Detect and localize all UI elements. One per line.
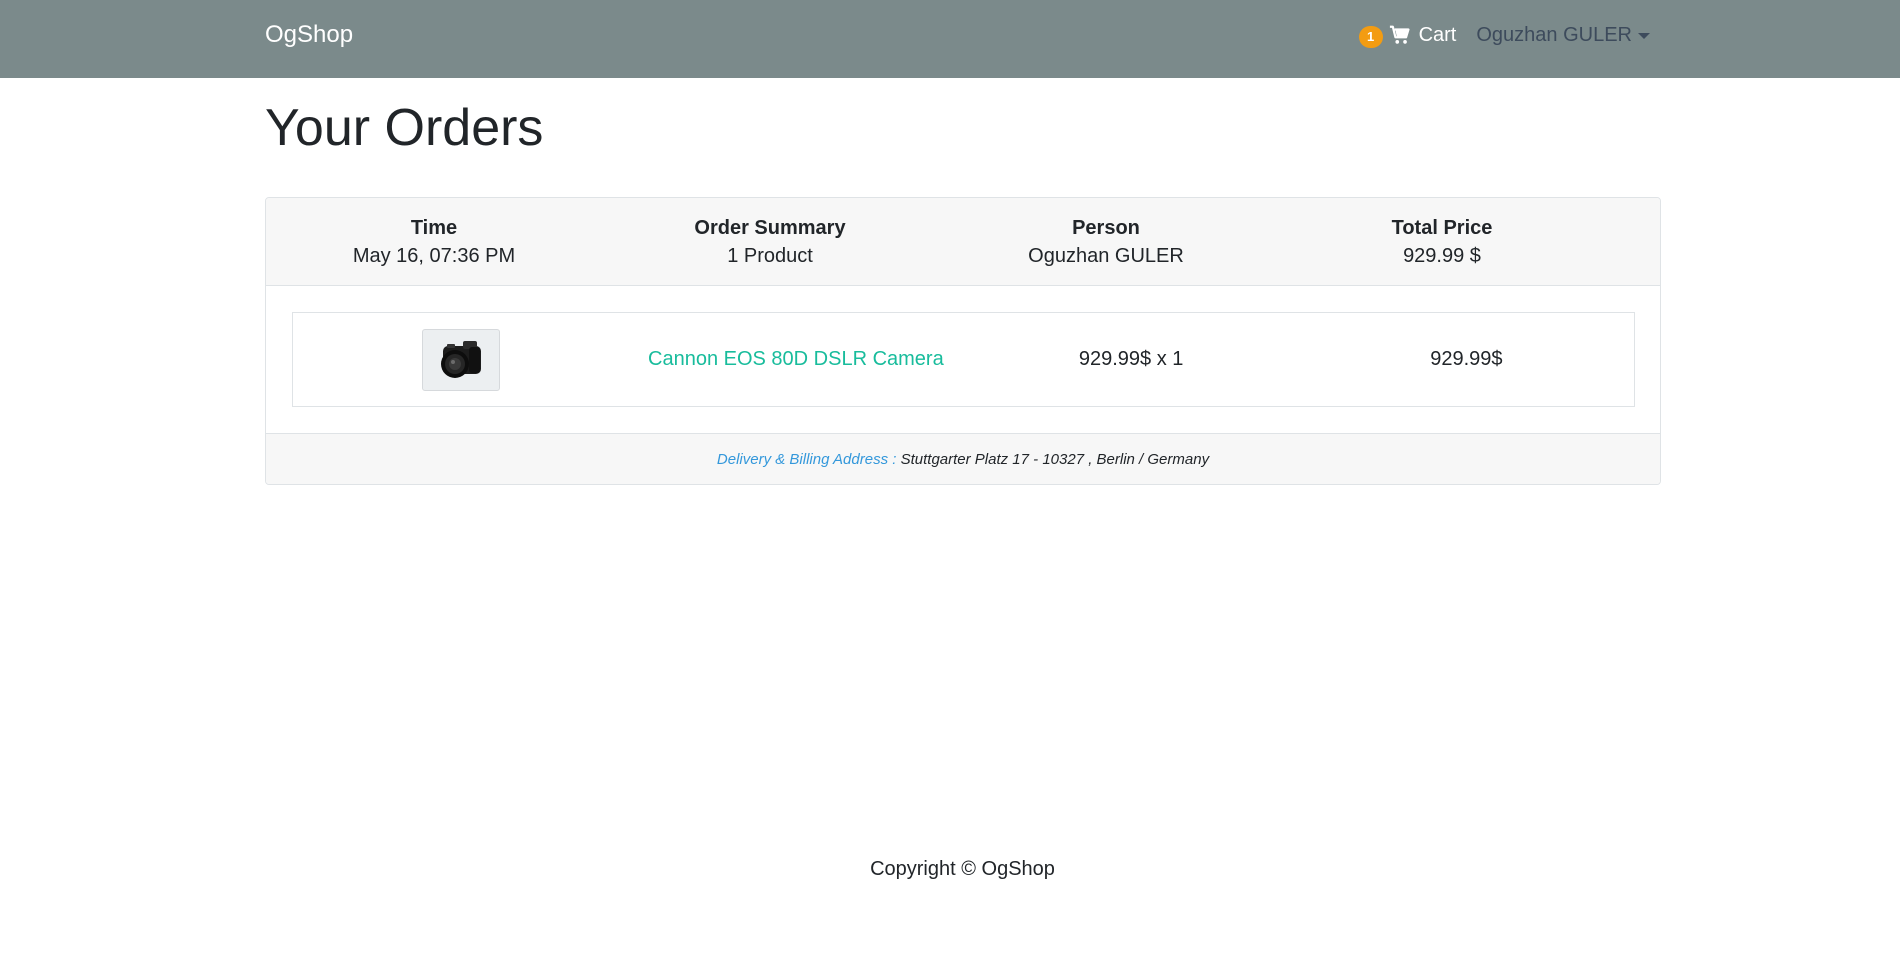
camera-icon (440, 340, 481, 378)
brand-logo-link[interactable]: OgShop (265, 20, 353, 50)
navbar-right: 1 Cart Oguzhan GULER (1358, 20, 1650, 50)
cart-label: Cart (1418, 23, 1457, 46)
copyright-text: Copyright © OgShop (870, 858, 1055, 880)
address-value: Stuttgarter Platz 17 - 10327 , Berlin / … (900, 451, 1210, 468)
user-name: Oguzhan GULER (1476, 23, 1632, 46)
total-value: 929.99 $ (1403, 244, 1481, 267)
order-item-row: Cannon EOS 80D DSLR Camera 929.99$ x 1 9… (292, 312, 1635, 407)
order-time: Time May 16, 07:36 PM (266, 214, 602, 270)
person-value: Oguzhan GULER (1028, 244, 1184, 267)
person-label: Person (1072, 216, 1140, 239)
order-header: Time May 16, 07:36 PM Order Summary 1 Pr… (266, 198, 1660, 286)
item-image-cell (293, 328, 628, 391)
time-value: May 16, 07:36 PM (352, 244, 516, 267)
order-summary: Order Summary 1 Product (602, 214, 938, 270)
time-label: Time (410, 216, 458, 239)
cart-link[interactable]: 1 Cart (1358, 22, 1457, 48)
item-name-cell: Cannon EOS 80D DSLR Camera (628, 348, 963, 371)
order-total: Total Price 929.99 $ (1274, 214, 1610, 270)
item-price-qty: 929.99$ x 1 (1078, 348, 1184, 370)
item-subtotal: 929.99$ (1430, 348, 1503, 370)
order-items: Cannon EOS 80D DSLR Camera 929.99$ x 1 9… (266, 286, 1660, 433)
summary-label: Order Summary (694, 216, 846, 239)
top-navbar: OgShop 1 Cart Oguzhan GULER (0, 0, 1900, 78)
order-footer-address: Delivery & Billing Address : Stuttgarter… (266, 433, 1660, 484)
user-menu-dropdown[interactable]: Oguzhan GULER (1476, 24, 1650, 47)
camera-product-image[interactable] (421, 328, 500, 391)
order-card: Time May 16, 07:36 PM Order Summary 1 Pr… (265, 197, 1661, 485)
total-label: Total Price (1391, 216, 1493, 239)
page-title: Your Orders (265, 99, 544, 157)
summary-value: 1 Product (727, 244, 813, 267)
address-label: Delivery & Billing Address : (716, 451, 897, 468)
shopping-cart-icon (1389, 25, 1410, 44)
order-person: Person Oguzhan GULER (938, 214, 1274, 270)
product-link[interactable]: Cannon EOS 80D DSLR Camera (648, 348, 944, 370)
cart-count-badge: 1 (1358, 26, 1383, 48)
caret-down-icon (1638, 33, 1650, 39)
